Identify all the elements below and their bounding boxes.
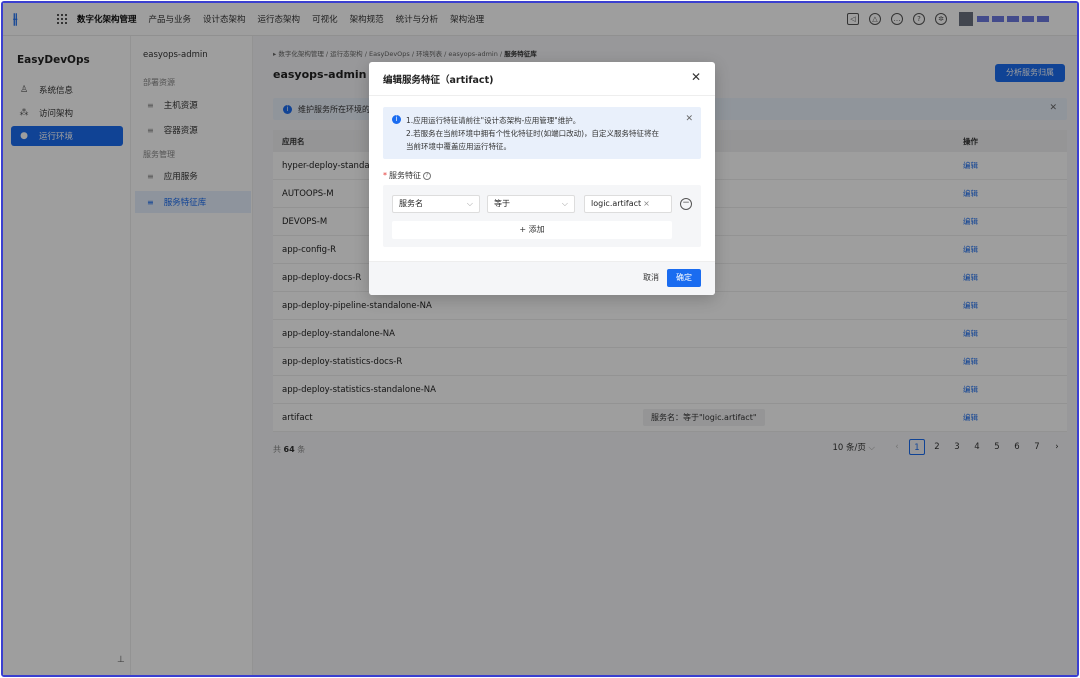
operator-select-value: 等于	[494, 199, 510, 208]
add-condition-button[interactable]: + 添加	[392, 221, 672, 239]
app-frame: ⫲ 数字化架构管理 产品与业务 设计态架构 运行态架构 可视化 架构规范 统计与…	[1, 1, 1079, 677]
required-mark: *	[383, 171, 387, 180]
divider	[369, 95, 715, 96]
help-icon[interactable]: ?	[423, 171, 431, 180]
alert-line-1: 1.应用运行特征请前往"设计态架构-应用管理"维护。	[406, 116, 581, 125]
remove-chip-icon[interactable]: ×	[643, 199, 650, 208]
alert-line-2: 2.若服务在当前环境中拥有个性化特征时(如端口改动)，自定义服务特征将在	[406, 129, 660, 138]
cancel-button[interactable]: 取消	[643, 272, 659, 283]
close-icon[interactable]: ✕	[691, 70, 701, 84]
value-chip-text: logic.artifact	[591, 199, 642, 208]
value-chip: logic.artifact ×	[591, 196, 650, 212]
field-label-text: 服务特征	[389, 171, 421, 180]
operator-select[interactable]: 等于 ⌵	[487, 195, 575, 213]
modal-alert: i 1.应用运行特征请前往"设计态架构-应用管理"维护。 2.若服务在当前环境中…	[383, 107, 701, 159]
modal-title: 编辑服务特征（artifact)	[383, 75, 494, 86]
chevron-down-icon: ⌵	[561, 199, 568, 208]
close-icon[interactable]: ✕	[685, 114, 693, 124]
alert-line-3: 当前环境中覆盖应用运行特征。	[406, 142, 511, 151]
value-input[interactable]: logic.artifact ×	[584, 195, 672, 213]
field-select-value: 服务名	[399, 199, 423, 208]
modal-footer: 取消 确定	[369, 261, 715, 295]
edit-feature-modal: 编辑服务特征（artifact) ✕ i 1.应用运行特征请前往"设计态架构-应…	[369, 62, 715, 295]
field-label: * 服务特征?	[383, 170, 431, 181]
remove-condition-icon[interactable]: −	[680, 198, 692, 210]
field-select[interactable]: 服务名 ⌵	[392, 195, 480, 213]
condition-group: 服务名 ⌵ 等于 ⌵ logic.artifact × − + 添加	[383, 185, 701, 247]
confirm-button[interactable]: 确定	[667, 269, 701, 287]
chevron-down-icon: ⌵	[466, 199, 473, 208]
info-icon: i	[392, 115, 401, 124]
